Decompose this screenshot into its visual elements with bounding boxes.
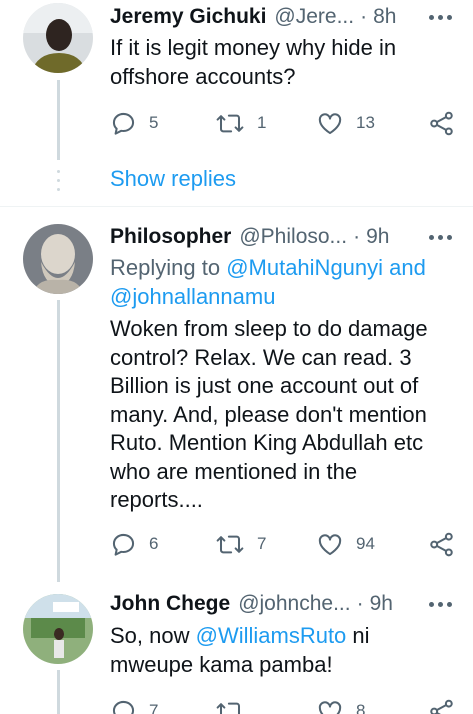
mention-link[interactable]: @johnallannamu [110,284,275,309]
tweet-header: Jeremy Gichuki @Jere... · 8h [110,2,473,32]
thread-line [57,670,60,714]
timestamp[interactable]: 9h [370,592,393,616]
retweet-button[interactable] [215,696,245,714]
retweet-button[interactable]: 1 [215,108,266,138]
heart-icon [318,700,342,714]
reply-icon [112,112,135,135]
display-name[interactable]: John Chege [110,592,230,616]
reply-count: 6 [149,534,159,553]
retweet-count: 7 [257,534,267,553]
replying-to: Replying to @MutahiNgunyi and @johnallan… [110,254,455,311]
separator-dot: · [360,5,368,28]
avatar-jeremy-gichuki[interactable] [23,3,93,73]
mention-link[interactable]: @WilliamsRuto [196,623,347,648]
retweet-icon [216,114,244,132]
more-options-icon[interactable] [427,5,455,29]
show-replies-link[interactable]: Show replies [110,166,236,192]
share-button[interactable] [428,696,455,714]
tweet-text: Woken from sleep to do damage control? R… [110,316,428,512]
tweet-actions: 7 8 [110,696,460,714]
retweet-icon [216,535,244,553]
timestamp[interactable]: 8h [373,5,396,29]
display-name[interactable]: Jeremy Gichuki [110,5,266,29]
tweet-text: So, now @WilliamsRuto ni mweupe kama pam… [110,622,455,679]
heart-icon [318,533,342,555]
share-icon [430,532,453,556]
share-icon [430,699,453,714]
tweet-header: Philosopher @Philoso... · 9h [110,222,473,252]
tweet-2[interactable]: Philosopher @Philoso... · 9h Replying to… [0,207,473,582]
reply-count: 7 [149,701,159,714]
like-count: 8 [356,701,366,714]
reply-button[interactable]: 7 [110,696,158,714]
tweet-header: John Chege @johnche... · 9h [110,589,473,619]
tweet-actions: 5 1 13 [110,108,460,138]
reply-button[interactable]: 6 [110,529,158,559]
like-count: 13 [356,113,375,132]
separator-dot: · [356,592,364,615]
user-handle[interactable]: @Jere... [274,5,354,29]
tweet-1[interactable]: Jeremy Gichuki @Jere... · 8h If it is le… [0,0,473,160]
like-button[interactable]: 94 [316,529,375,559]
thread-line [57,80,60,160]
retweet-count: 1 [257,113,267,132]
thread-line [57,300,60,582]
tweet-actions: 6 7 94 [110,529,460,559]
replying-to-label: Replying to [110,255,227,280]
tweet-text-prefix: So, now [110,623,196,648]
user-handle[interactable]: @johnche... [238,592,350,616]
share-button[interactable] [428,108,455,138]
reply-button[interactable]: 5 [110,108,158,138]
like-count: 94 [356,534,375,553]
more-options-icon[interactable] [427,225,455,249]
retweet-button[interactable]: 7 [215,529,266,559]
mention-link[interactable]: @MutahiNgunyi and [226,255,426,280]
reply-count: 5 [149,113,159,132]
like-button[interactable]: 13 [316,108,375,138]
display-name[interactable]: Philosopher [110,225,231,249]
timestamp[interactable]: 9h [366,225,389,249]
reply-icon [112,533,135,556]
tweet-3[interactable]: John Chege @johnche... · 9h So, now @Wil… [0,582,473,714]
retweet-icon [216,702,243,714]
like-button[interactable]: 8 [316,696,365,714]
avatar-john-chege[interactable] [23,594,93,664]
share-icon [430,111,453,135]
thread-dots [57,166,60,196]
user-handle[interactable]: @Philoso... [239,225,347,249]
heart-icon [318,112,342,134]
more-options-icon[interactable] [427,592,455,616]
avatar-philosopher[interactable] [23,224,93,294]
show-replies-row[interactable]: Show replies [0,160,473,200]
separator-dot: · [353,225,361,248]
share-button[interactable] [428,529,455,559]
reply-icon [112,700,135,714]
tweet-text: If it is legit money why hide in offshor… [110,35,397,89]
